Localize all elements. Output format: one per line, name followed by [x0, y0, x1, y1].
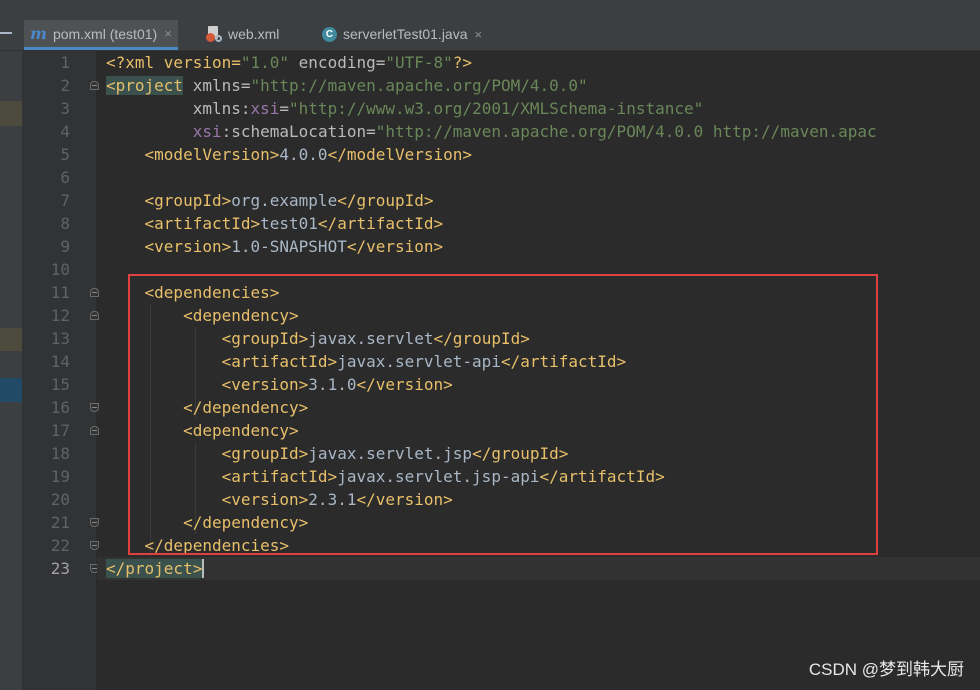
tab-label: pom.xml (test01) — [52, 25, 158, 42]
line-number: 14 — [50, 352, 70, 371]
close-icon[interactable]: × — [164, 26, 172, 41]
line-number: 11 — [50, 283, 70, 302]
maven-m-icon: m — [30, 24, 47, 43]
text-caret — [202, 559, 205, 578]
line-number: 12 — [50, 306, 70, 325]
code-line-1: <?xml version="1.0" encoding="UTF-8"?> — [106, 53, 473, 72]
editor-tab-bar: m pom.xml (test01) × web.xml C serverlet… — [0, 0, 980, 51]
code-line-23: </project> — [106, 559, 205, 578]
left-tool-strip — [0, 51, 22, 690]
code-line-2: <project xmlns="http://maven.apache.org/… — [106, 76, 588, 95]
line-number: 19 — [50, 467, 70, 486]
line-number: 13 — [50, 329, 70, 348]
line-number: 8 — [60, 214, 70, 233]
line-number: 2 — [60, 76, 70, 95]
line-number: 9 — [60, 237, 70, 256]
collapse-dash-icon[interactable] — [0, 32, 12, 34]
line-number-gutter: 1 2 3 4 5 6 7 8 9 10 11 12 13 14 15 16 1… — [22, 51, 99, 690]
code-line-3: xmlns:xsi="http://www.w3.org/2001/XMLSch… — [192, 99, 704, 118]
line-number: 3 — [60, 99, 70, 118]
line-number: 6 — [60, 168, 70, 187]
web-xml-icon — [206, 26, 222, 42]
line-number: 21 — [50, 513, 70, 532]
dependencies-highlight-box — [128, 274, 878, 555]
line-number: 15 — [50, 375, 70, 394]
selection-marker — [0, 378, 22, 402]
code-line-7: <groupId>org.example</groupId> — [144, 191, 434, 210]
line-number: 5 — [60, 145, 70, 164]
close-icon[interactable]: × — [475, 27, 483, 42]
line-number: 4 — [60, 122, 70, 141]
code-line-8: <artifactId>test01</artifactId> — [144, 214, 444, 233]
line-number: 10 — [50, 260, 70, 279]
line-number: 7 — [60, 191, 70, 210]
code-line-4: xsi:schemaLocation="http://maven.apache.… — [192, 122, 877, 141]
tab-web-xml[interactable]: web.xml — [200, 20, 285, 48]
line-number-current: 23 — [50, 559, 70, 578]
tab-pom-xml[interactable]: m pom.xml (test01) × — [24, 20, 178, 50]
line-number: 17 — [50, 421, 70, 440]
code-line-5: <modelVersion>4.0.0</modelVersion> — [144, 145, 473, 164]
line-number: 18 — [50, 444, 70, 463]
tab-label: serverletTest01.java — [343, 26, 468, 42]
line-number: 20 — [50, 490, 70, 509]
line-number: 16 — [50, 398, 70, 417]
bookmark-marker — [0, 101, 22, 126]
current-line-highlight — [97, 557, 980, 580]
java-class-icon: C — [322, 26, 337, 42]
tab-label: web.xml — [228, 26, 280, 42]
line-number: 1 — [60, 53, 70, 72]
line-number: 22 — [50, 536, 70, 555]
bookmark-marker — [0, 328, 22, 351]
watermark: CSDN @梦到韩大厨 — [808, 660, 964, 679]
code-line-9: <version>1.0-SNAPSHOT</version> — [144, 237, 444, 256]
tab-serverlettest01-java[interactable]: C serverletTest01.java × — [316, 20, 488, 48]
